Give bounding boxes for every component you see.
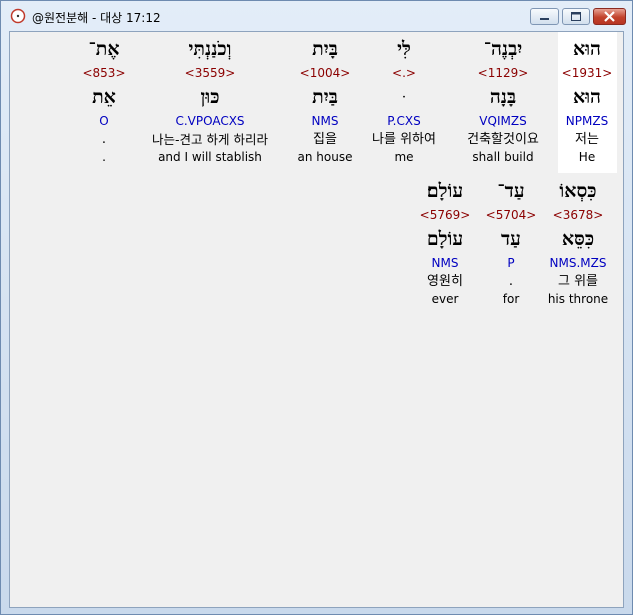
korean-gloss: 나는-견고 하게 하리라 [152,132,268,147]
korean-gloss: 영원히 [427,274,463,289]
english-gloss: and I will stablish [158,150,262,164]
korean-gloss: . [101,132,107,147]
strong-number: <1004> [299,66,351,80]
hebrew-surface: בָּיִת [312,38,338,60]
korean-gloss: 집을 [313,132,337,147]
strong-number: <5769> [419,208,471,222]
morphology-code: O [99,114,109,128]
close-icon [604,11,615,22]
window-title: @원전분해 - 대상 17:12 [32,11,161,25]
hebrew-surface: וְכֹנַנְתִּי [188,38,232,60]
strong-number: <853> [82,66,126,80]
morphology-code: C.VPOACXS [175,114,245,128]
minimize-button[interactable] [530,8,559,25]
analysis-panel: הוּא <1931> הוּא NPMZS 저는 He יִבְנֶה־ <1… [9,31,624,608]
maximize-icon [571,12,581,21]
title-bar[interactable]: @원전분해 - 대상 17:12 [1,1,632,31]
hebrew-lemma: בַּיִת [312,86,338,108]
english-gloss: an house [297,150,353,164]
close-button[interactable] [593,8,626,25]
hebrew-lemma: אֵת [92,86,116,108]
app-window: @원전분해 - 대상 17:12 הוּא <1931> הוּא NPMZS … [0,0,633,615]
morphology-code: NMS [311,114,339,128]
hebrew-lemma: כּוּן [200,86,220,108]
hebrew-surface: אֶת־ [88,38,120,60]
strong-number: <3559> [184,66,236,80]
minimize-icon [540,18,549,20]
english-gloss: ever [431,292,459,306]
app-compass-icon [10,8,26,24]
hebrew-surface: עוֹלָם׃ [426,180,464,202]
maximize-button[interactable] [562,8,590,25]
morphology-code: NMS [431,256,459,270]
hebrew-lemma: עוֹלָם [426,228,464,250]
english-gloss: . [102,150,106,164]
